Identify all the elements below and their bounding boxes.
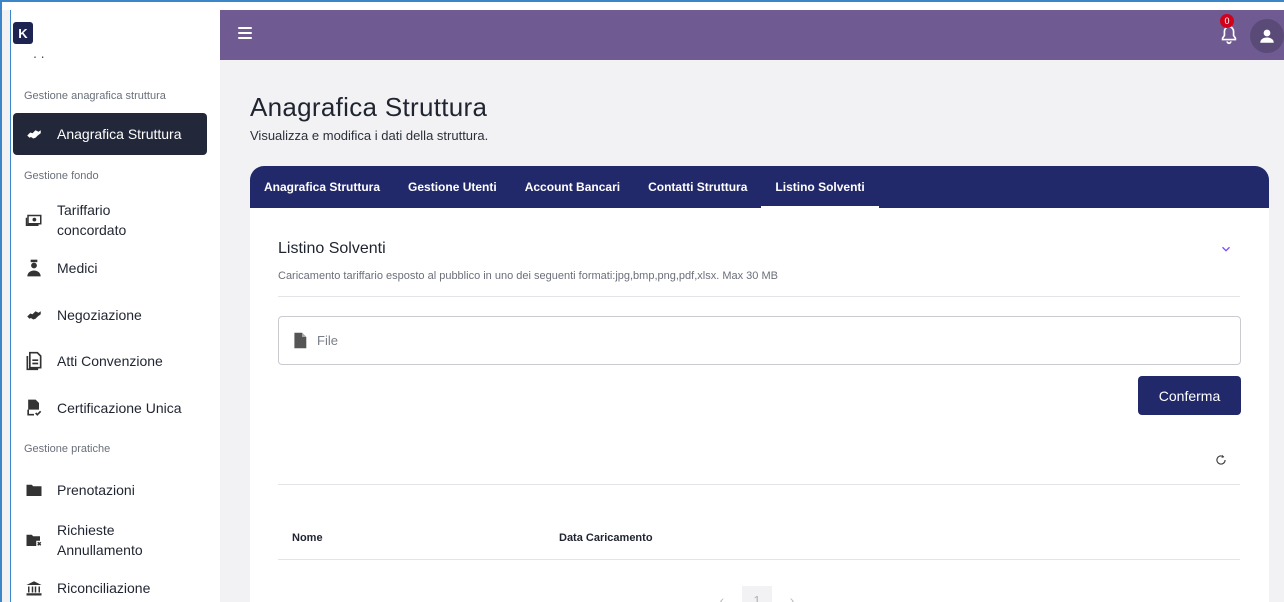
tab-bar: Anagrafica Struttura Gestione Utenti Acc… [250,166,1269,208]
handshake-icon [21,124,47,144]
bank-icon [21,578,47,598]
section-title: Listino Solventi [278,240,386,257]
pagination-prev-icon[interactable]: ‹ [712,592,732,602]
chevron-down-icon[interactable] [1219,242,1233,256]
sidebar-item-label: Negoziazione [57,307,142,323]
column-header-data-caricamento[interactable]: Data Caricamento [559,532,653,544]
page-subtitle: Visualizza e modifica i dati della strut… [250,128,489,143]
money-icon [21,210,47,230]
section-description: Caricamento tariffario esposto al pubbli… [278,270,778,282]
document-check-icon [21,398,47,418]
topbar: 0 [220,10,1284,60]
sidebar-item-tariffario[interactable]: Tariffario concordato [13,200,207,240]
refresh-icon[interactable] [1214,453,1228,467]
page-title: Anagrafica Struttura [250,92,488,122]
sidebar-item-label: Anagrafica Struttura [57,126,182,142]
doctor-icon [21,258,47,278]
sidebar-section-anagrafica: Gestione anagrafica struttura [24,90,166,102]
sidebar-item-anagrafica-struttura[interactable]: Anagrafica Struttura [13,113,207,155]
tab-gestione-utenti[interactable]: Gestione Utenti [394,166,511,208]
sidebar-section-pratiche: Gestione pratiche [24,443,111,455]
sidebar-item-label: Certificazione Unica [57,400,182,416]
handshake-icon [21,305,47,325]
sidebar-item-label: Richieste Annullamento [57,522,143,558]
sidebar-cut-text: , , [33,50,45,58]
top-strip [2,2,1284,10]
sidebar-item-label: Medici [57,260,98,276]
sidebar-item-certificazione-unica[interactable]: Certificazione Unica [13,398,207,418]
sidebar-section-fondo: Gestione fondo [24,170,99,182]
table-header-divider [278,559,1240,560]
sidebar-item-label: Tariffario concordato [57,202,127,238]
documents-icon [21,351,47,371]
app-logo[interactable]: K [13,22,33,44]
tab-anagrafica-struttura[interactable]: Anagrafica Struttura [264,166,394,208]
pagination-page[interactable]: 1 [742,586,772,602]
folder-x-icon [21,530,47,550]
tab-contatti-struttura[interactable]: Contatti Struttura [634,166,761,208]
app-frame: 0 K , , Gestione anagrafica struttura An… [0,0,1284,602]
sidebar-item-medici[interactable]: Medici [13,258,207,278]
sidebar-item-negoziazione[interactable]: Negoziazione [13,305,207,325]
folder-icon [21,480,47,500]
content-card: Anagrafica Struttura Gestione Utenti Acc… [250,166,1269,602]
column-header-nome[interactable]: Nome [292,532,323,544]
pagination: ‹ 1 › [712,586,802,602]
user-icon [1260,29,1274,43]
notification-badge: 0 [1220,14,1234,28]
hamburger-menu-icon[interactable] [238,27,252,39]
file-input[interactable]: File [278,316,1241,365]
file-input-placeholder: File [317,333,338,348]
sidebar-item-label: Riconciliazione [57,580,151,596]
sidebar-item-label: Prenotazioni [57,482,135,498]
divider [278,296,1240,297]
sidebar-item-atti-convenzione[interactable]: Atti Convenzione [13,351,207,371]
tab-account-bancari[interactable]: Account Bancari [511,166,634,208]
sidebar-item-richieste-annullamento[interactable]: Richieste Annullamento [13,520,207,560]
tab-listino-solventi[interactable]: Listino Solventi [761,166,880,208]
sidebar-item-label: Atti Convenzione [57,353,163,369]
divider [278,484,1240,485]
sidebar: K , , Gestione anagrafica struttura Anag… [10,10,220,602]
sidebar-item-prenotazioni[interactable]: Prenotazioni [13,480,207,500]
confirm-button[interactable]: Conferma [1138,376,1241,415]
pagination-next-icon[interactable]: › [782,592,802,602]
user-avatar[interactable] [1250,19,1284,53]
sidebar-item-riconciliazione[interactable]: Riconciliazione [13,578,207,598]
file-icon [294,332,307,349]
